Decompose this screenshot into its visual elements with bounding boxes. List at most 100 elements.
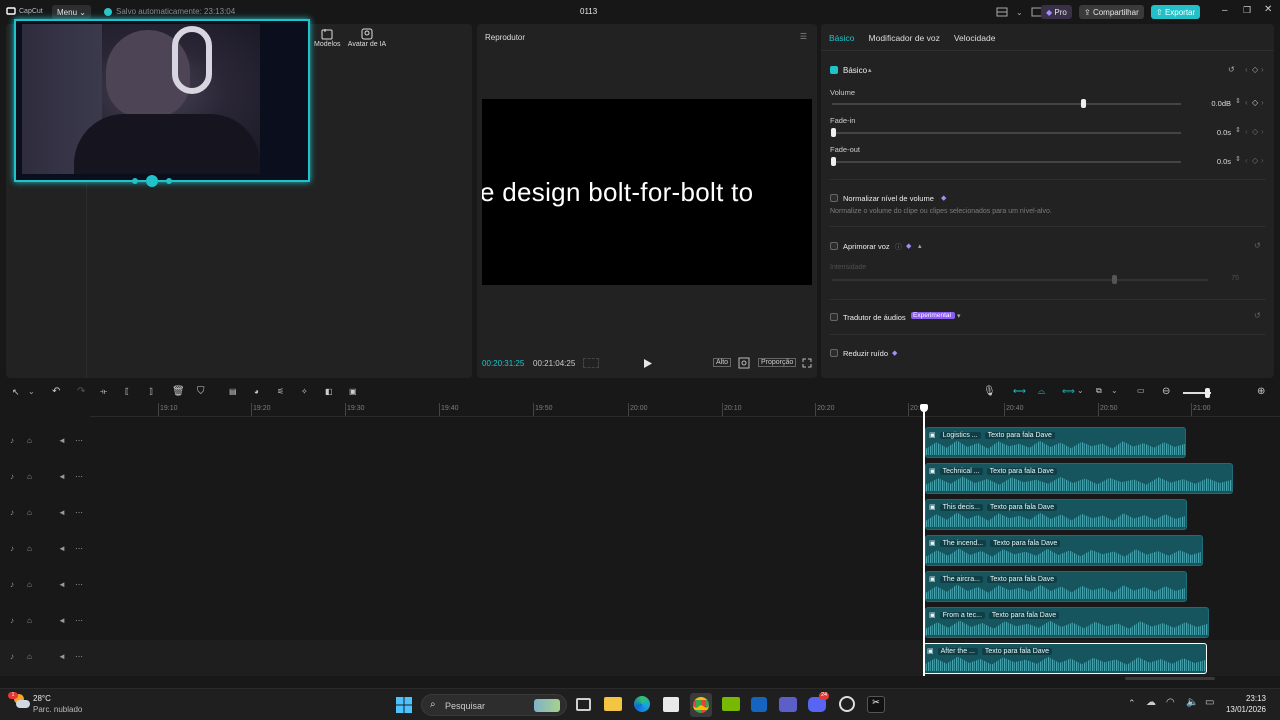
mirror-icon[interactable]: ◧ [325,387,333,396]
keyframe-prev-icon[interactable]: ‹ [1245,65,1248,74]
timeline-scrollbar[interactable] [1125,677,1215,680]
lock-icon[interactable]: ⌂ [27,544,32,553]
fade-in-value[interactable]: 0.0s [1191,128,1231,137]
preview-axis-icon[interactable]: ⧉ [1096,386,1102,396]
snap-icon[interactable]: ⟺ [1062,386,1075,397]
play-icon[interactable] [643,358,653,369]
tab-basic[interactable]: Básico [829,33,855,43]
mute-icon[interactable]: ◄ [58,472,66,481]
collapse-icon[interactable]: ▴ [918,242,922,250]
waveform-icon[interactable]: ♪ [10,544,14,553]
nvidia-icon[interactable] [722,697,740,711]
volume-slider-knob[interactable] [1081,99,1087,108]
split-icon[interactable]: ⟛ [100,387,107,397]
more-icon[interactable]: ⋯ [75,544,83,553]
keyframe-prev-icon[interactable]: ‹ [1245,156,1248,165]
overlay-handle-icon[interactable] [146,175,158,187]
waveform-icon[interactable]: ♪ [10,436,14,445]
reset-icon[interactable]: ↺ [1254,311,1261,320]
fade-out-value[interactable]: 0.0s [1191,157,1231,166]
intensity-slider-track[interactable] [832,275,1208,284]
select-tool-icon[interactable]: ↖ [12,387,20,398]
waveform-icon[interactable]: ♪ [10,508,14,517]
playhead[interactable] [920,404,928,676]
more-icon[interactable]: ⋯ [75,472,83,481]
screenshot-icon[interactable] [738,357,750,369]
fade-in-slider-track[interactable] [831,128,1181,137]
volume-stepper-icon[interactable]: ⇕ [1235,97,1241,105]
lock-icon[interactable]: ⌂ [27,472,32,481]
chevron-down-icon[interactable]: ▾ [957,312,961,320]
crop-icon[interactable]: ▣ [349,387,357,396]
clock-app-icon[interactable] [839,696,855,712]
audio-clip[interactable]: ▣ Technical ... Texto para fala Dave [925,463,1233,494]
keyframe-next-icon[interactable]: › [1261,98,1264,107]
tab-speed[interactable]: Velocidade [954,33,996,43]
keyframe-icon[interactable]: ◇ [1252,156,1258,165]
magnet-icon[interactable]: ⌓ [1038,386,1045,397]
share-button[interactable]: ⇪ Compartilhar [1079,5,1144,19]
undo-icon[interactable]: ↶ [52,386,60,397]
weather-icon[interactable]: 1 [8,692,30,710]
chevron-down-icon[interactable]: ⌄ [1111,386,1118,395]
normalize-checkbox[interactable] [830,194,838,202]
trim-right-icon[interactable]: ⟧ [149,387,153,396]
audio-clip[interactable]: ▣ The aircra... Texto para fala Dave [925,571,1187,602]
chevron-down-icon[interactable]: ⌄ [1077,386,1084,395]
fade-out-slider-track[interactable] [831,157,1181,166]
tool-templates[interactable]: Modelos [314,28,340,48]
more-icon[interactable]: ⋯ [75,436,83,445]
waveform-icon[interactable]: ♪ [10,580,14,589]
fade-out-stepper-icon[interactable]: ⇕ [1235,155,1241,163]
magic-icon[interactable]: ✧ [301,387,308,396]
mute-icon[interactable]: ◄ [58,616,66,625]
timecode-grid-icon[interactable] [583,358,599,368]
lock-icon[interactable]: ⌂ [27,508,32,517]
capcut-taskbar-icon[interactable]: ✂ [867,696,885,713]
lock-icon[interactable]: ⌂ [27,616,32,625]
reset-icon[interactable]: ↺ [1254,241,1261,250]
zoom-out-icon[interactable]: ⊖ [1162,386,1170,397]
more-icon[interactable]: ⋯ [75,652,83,661]
link-clips-icon[interactable]: ⟷ [1013,386,1026,397]
file-explorer-icon[interactable] [604,697,622,711]
fullscreen-icon[interactable] [802,358,812,368]
reset-icon[interactable]: ↺ [1228,65,1235,74]
volume-value[interactable]: 0.0dB [1191,99,1231,108]
pro-button[interactable]: ◆ Pro [1041,5,1072,19]
more-icon[interactable]: ⋯ [75,616,83,625]
more-icon[interactable]: ⋯ [75,580,83,589]
collapse-icon[interactable]: ▴ [868,66,872,74]
store-icon[interactable] [663,697,679,712]
ratio-button[interactable]: Proporção [758,358,797,367]
keyframe-prev-icon[interactable]: ‹ [1245,127,1248,136]
teams-icon[interactable] [779,697,797,712]
subtitle-icon[interactable]: ▭ [1137,386,1145,395]
chevron-down-icon[interactable]: ⌄ [28,387,35,396]
keyframe-prev-icon[interactable]: ‹ [1245,98,1248,107]
battery-icon[interactable]: ▭ [1205,697,1214,708]
windows-start-icon[interactable] [396,697,412,713]
taskbar-search[interactable]: ⌕ Pesquisar [421,694,567,716]
keyframe-icon[interactable]: ◇ [1252,127,1258,136]
info-icon[interactable]: ⓘ [895,242,902,252]
clock-date[interactable]: 13/01/2026 [1216,705,1266,714]
mute-icon[interactable]: ◄ [58,508,66,517]
quality-button[interactable]: Alto [713,358,732,367]
mute-icon[interactable]: ◄ [58,544,66,553]
ai-tool-icon[interactable]: ◕ [254,387,259,396]
discord-icon[interactable]: 24 [808,692,829,712]
basic-checkbox[interactable] [830,66,838,74]
wifi-icon[interactable]: ◠ [1166,697,1175,708]
mute-icon[interactable]: ◄ [58,652,66,661]
lock-icon[interactable]: ⌂ [27,580,32,589]
playhead-handle-icon[interactable] [920,404,928,412]
adjust-icon[interactable]: ⚟ [277,387,284,396]
intensity-value[interactable]: 75 [1219,275,1239,282]
captions-icon[interactable]: ▤ [229,387,237,396]
shield-icon[interactable]: ⛉ [197,386,205,397]
network-cloud-icon[interactable]: ☁ [1146,697,1156,708]
waveform-icon[interactable]: ♪ [10,472,14,481]
clock-time[interactable]: 23:13 [1226,694,1266,703]
lock-icon[interactable]: ⌂ [27,652,32,661]
